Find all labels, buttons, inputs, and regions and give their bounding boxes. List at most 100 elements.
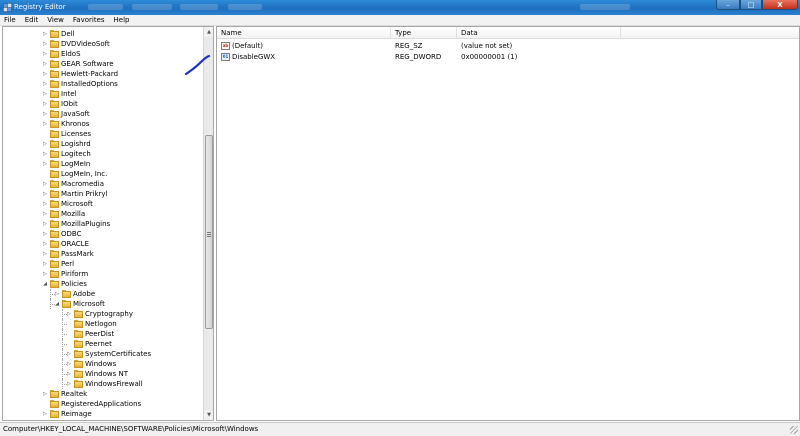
close-button[interactable]: X	[762, 0, 798, 10]
tree-item[interactable]: ▷ DVDVideoSoft	[3, 39, 203, 49]
tree-item[interactable]: Licenses	[3, 129, 203, 139]
folder-body	[74, 361, 83, 368]
tree-vertical-scrollbar[interactable]: ▲ ▼	[203, 27, 213, 420]
tree-item[interactable]: ▷ MozillaPlugins	[3, 219, 203, 229]
expand-arrow-icon[interactable]: ▷	[42, 151, 48, 157]
tree-item[interactable]: ▷ Piriform	[3, 269, 203, 279]
tree-item[interactable]: ▷ ODBC	[3, 229, 203, 239]
expand-arrow-icon[interactable]: ▷	[54, 291, 60, 297]
tree-item[interactable]: LogMeIn, Inc.	[3, 169, 203, 179]
window-title: Registry Editor	[14, 3, 66, 11]
menu-file[interactable]: File	[4, 16, 16, 24]
tree-item[interactable]: ▷ WindowsFirewall	[3, 379, 203, 389]
tree-item[interactable]: Peernet	[3, 339, 203, 349]
expand-arrow-icon[interactable]: ▷	[42, 141, 48, 147]
expand-arrow-icon[interactable]: ▷	[42, 411, 48, 417]
expand-arrow-icon[interactable]: ▷	[42, 31, 48, 37]
thumb-grip-icon	[207, 232, 211, 233]
tree-item[interactable]: ▷ InstalledOptions	[3, 79, 203, 89]
expand-arrow-icon[interactable]: ▷	[42, 191, 48, 197]
menu-favorites[interactable]: Favorites	[73, 16, 105, 24]
tree-item[interactable]: ▷ Microsoft	[3, 199, 203, 209]
expand-arrow-icon[interactable]: ▷	[42, 231, 48, 237]
tree-item[interactable]: ▷ Logishrd	[3, 139, 203, 149]
value-row-default[interactable]: ab (Default) REG_SZ (value not set)	[217, 41, 799, 51]
value-row-disablegwx[interactable]: 01 DisableGWX REG_DWORD 0x00000001 (1)	[217, 52, 799, 62]
expand-arrow-icon[interactable]: ▷	[42, 391, 48, 397]
title-bar[interactable]: Registry Editor – □ X	[0, 0, 800, 15]
tree-item[interactable]: RegisteredApplications	[3, 399, 203, 409]
tree-item[interactable]: ▷ Windows NT	[3, 369, 203, 379]
tree-item[interactable]: ▷ GEAR Software	[3, 59, 203, 69]
scroll-up-button[interactable]: ▲	[204, 27, 213, 37]
resize-grip-icon[interactable]	[790, 426, 798, 434]
expand-arrow-icon[interactable]: ▷	[42, 221, 48, 227]
registry-tree-pane[interactable]: ▷ Dell ▷ DVDVideoSoft ▷ EldoS ▷ GEAR Software ▷ H…	[2, 26, 214, 421]
tree-item[interactable]: ▷ Adobe	[3, 289, 203, 299]
expand-arrow-icon[interactable]: ▷	[66, 381, 72, 387]
tree-item[interactable]: ▷ Khronos	[3, 119, 203, 129]
tree-item[interactable]: ▷ Perl	[3, 259, 203, 269]
expand-arrow-icon[interactable]: ▷	[42, 241, 48, 247]
tree-item[interactable]: ▷ Logitech	[3, 149, 203, 159]
expand-arrow-icon[interactable]: ▷	[42, 91, 48, 97]
registry-values-pane[interactable]: Name Type Data ab (Default) REG_SZ (valu…	[216, 26, 800, 421]
expand-arrow-icon[interactable]: ▷	[42, 61, 48, 67]
column-header-type[interactable]: Type	[391, 27, 457, 39]
string-value-icon: ab	[221, 42, 230, 50]
folder-body	[50, 61, 59, 68]
tree-item[interactable]: ▷ Martin Prikryl	[3, 189, 203, 199]
column-header-data[interactable]: Data	[457, 27, 621, 39]
expand-arrow-icon[interactable]: ▷	[66, 371, 72, 377]
tree-item[interactable]: ▷ JavaSoft	[3, 109, 203, 119]
expand-arrow-icon[interactable]: ▷	[42, 51, 48, 57]
expand-arrow-icon[interactable]: ▷	[42, 101, 48, 107]
menu-edit[interactable]: Edit	[25, 16, 39, 24]
tree-item[interactable]: ◢ Microsoft	[3, 299, 203, 309]
tree-item[interactable]: ▷ LogMeIn	[3, 159, 203, 169]
tree-item[interactable]: ▷ Reimage	[3, 409, 203, 419]
blurred-region	[228, 4, 262, 10]
tree-item[interactable]: ▷ Hewlett-Packard	[3, 69, 203, 79]
expand-arrow-icon[interactable]: ▷	[42, 261, 48, 267]
tree-item[interactable]: ▷ ORACLE	[3, 239, 203, 249]
expand-arrow-icon[interactable]: ▷	[66, 311, 72, 317]
tree-item[interactable]: ▷ Windows	[3, 359, 203, 369]
scroll-down-button[interactable]: ▼	[204, 410, 213, 420]
tree-item[interactable]: Netlogon	[3, 319, 203, 329]
tree-item[interactable]: ▷ EldoS	[3, 49, 203, 59]
expand-arrow-icon[interactable]: ▷	[66, 361, 72, 367]
tree-item-label: Macromedia	[61, 180, 104, 188]
tree-item[interactable]: ◢ Policies	[3, 279, 203, 289]
tree-item[interactable]: ▷ Mozilla	[3, 209, 203, 219]
expand-arrow-icon[interactable]: ▷	[42, 121, 48, 127]
expand-arrow-icon[interactable]: ▷	[42, 251, 48, 257]
expand-arrow-icon[interactable]: ▷	[42, 111, 48, 117]
expand-arrow-icon[interactable]: ▷	[42, 71, 48, 77]
expand-arrow-icon[interactable]: ▷	[42, 271, 48, 277]
menu-view[interactable]: View	[47, 16, 64, 24]
minimize-button[interactable]: –	[716, 0, 740, 10]
column-header-name[interactable]: Name	[217, 27, 391, 39]
expand-arrow-icon[interactable]: ▷	[66, 351, 72, 357]
tree-item[interactable]: ▷ IObit	[3, 99, 203, 109]
tree-item[interactable]: ▷ PassMark	[3, 249, 203, 259]
maximize-button[interactable]: □	[740, 0, 762, 10]
expand-arrow-icon[interactable]: ▷	[42, 81, 48, 87]
expand-arrow-icon[interactable]: ▷	[42, 201, 48, 207]
expand-arrow-icon[interactable]: ▷	[42, 161, 48, 167]
tree-item[interactable]: ▷ Realtek	[3, 389, 203, 399]
collapse-arrow-icon[interactable]: ◢	[54, 301, 60, 307]
tree-item[interactable]: ▷ Intel	[3, 89, 203, 99]
scrollbar-thumb[interactable]	[205, 135, 213, 329]
tree-item[interactable]: PeerDist	[3, 329, 203, 339]
tree-item[interactable]: ▷ Cryptography	[3, 309, 203, 319]
tree-item[interactable]: ▷ Macromedia	[3, 179, 203, 189]
expand-arrow-icon[interactable]: ▷	[42, 41, 48, 47]
menu-help[interactable]: Help	[114, 16, 130, 24]
tree-item[interactable]: ▷ Dell	[3, 29, 203, 39]
tree-item[interactable]: ▷ SystemCertificates	[3, 349, 203, 359]
expand-arrow-icon[interactable]: ▷	[42, 181, 48, 187]
collapse-arrow-icon[interactable]: ◢	[42, 281, 48, 287]
expand-arrow-icon[interactable]: ▷	[42, 211, 48, 217]
